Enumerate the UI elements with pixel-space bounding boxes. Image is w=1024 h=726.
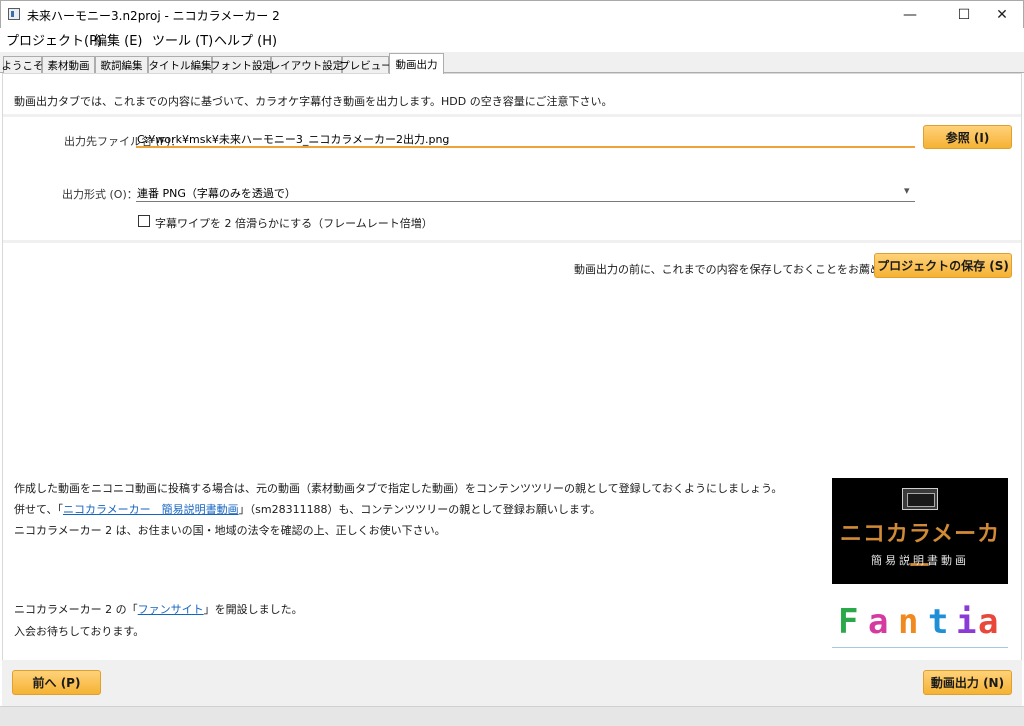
tab-title-edit[interactable]: タイトル編集: [148, 56, 212, 73]
tab-source-video[interactable]: 素材動画: [42, 56, 95, 73]
note-manual-prefix: 併せて、「: [14, 503, 63, 516]
menu-bar: プロジェクト(P) 編集 (E) ツール (T) ヘルプ (H): [0, 28, 1024, 49]
nico-logo-text: ニコカラメーカー: [839, 522, 1001, 579]
window-title: 未来ハーモニー3.n2proj - ニコカラメーカー 2: [27, 9, 280, 23]
note-fansite-suffix: 」を開設しました。: [203, 603, 303, 616]
note-manual-suffix: 」（sm28311188）も、コンテンツツリーの親として登録お願いします。: [238, 503, 601, 516]
fantia-letter: a: [868, 602, 889, 642]
chevron-down-icon: ▾: [904, 184, 910, 197]
save-project-button[interactable]: プロジェクトの保存 (S): [874, 253, 1012, 278]
output-file-input[interactable]: C:¥work¥msk¥未来ハーモニー3_ニコカラメーカー2出力.png: [136, 128, 915, 148]
tab-font-settings[interactable]: フォント設定: [210, 56, 273, 73]
tab-welcome[interactable]: ようこそ: [2, 56, 44, 73]
note-contents-tree: 作成した動画をニコニコ動画に投稿する場合は、元の動画（素材動画タブで指定した動画…: [14, 482, 783, 495]
tab-video-output[interactable]: 動画出力: [389, 53, 444, 74]
wipe-smooth-checkbox[interactable]: [138, 215, 150, 227]
note-join: 入会お待ちしております。: [14, 625, 145, 638]
close-button[interactable]: ✕: [979, 1, 1024, 29]
menu-help[interactable]: ヘルプ (H): [214, 30, 277, 49]
save-hint: 動画出力の前に、これまでの内容を保存しておくことをお薦めします。: [574, 263, 924, 276]
output-file-value: C:¥work¥msk¥未来ハーモニー3_ニコカラメーカー2出力.png: [137, 133, 450, 146]
nicokara-manual-banner[interactable]: ニコカラメーカー 簡易説明書動画: [832, 478, 1008, 584]
note-fansite-prefix: ニコカラメーカー 2 の「: [14, 603, 138, 616]
output-format-select[interactable]: 連番 PNG（字幕のみを透過で） ▾: [136, 182, 915, 202]
menu-project[interactable]: プロジェクト(P): [6, 30, 102, 49]
output-format-value: 連番 PNG（字幕のみを透過で）: [137, 187, 296, 200]
fantia-letter: F: [838, 602, 859, 642]
fantia-letter: t: [928, 602, 949, 642]
fansite-link[interactable]: ファンサイト: [138, 603, 204, 616]
export-video-button[interactable]: 動画出力 (N): [923, 670, 1012, 695]
note-manual-video: 併せて、「ニコカラメーカー 簡易説明書動画」（sm28311188）も、コンテン…: [14, 501, 601, 517]
nico-badge-icon: [902, 488, 938, 510]
menu-edit[interactable]: 編集 (E): [94, 30, 143, 49]
fantia-banner[interactable]: F a n t i a: [832, 594, 1008, 648]
footer-bar: [2, 660, 1022, 706]
prev-button[interactable]: 前へ (P): [12, 670, 101, 695]
tab-lyrics-edit[interactable]: 歌詞編集: [95, 56, 148, 73]
note-fansite: ニコカラメーカー 2 の「ファンサイト」を開設しました。: [14, 601, 303, 617]
output-format-label: 出力形式 (O)：: [62, 188, 138, 201]
divider: [3, 114, 1021, 117]
note-legal: ニコカラメーカー 2 は、お住まいの国・地域の法令を確認の上、正しくお使い下さい…: [14, 524, 446, 537]
tab-layout-settings[interactable]: レイアウト設定: [270, 56, 343, 73]
browse-button[interactable]: 参照 (I): [923, 125, 1012, 149]
fantia-letter: i: [956, 602, 977, 642]
title-bar: 未来ハーモニー3.n2proj - ニコカラメーカー 2 — ☐ ✕: [0, 0, 1024, 28]
manual-video-link[interactable]: ニコカラメーカー 簡易説明書動画: [63, 503, 239, 516]
minimize-button[interactable]: —: [887, 1, 933, 29]
tab-preview[interactable]: プレビュー: [339, 56, 392, 73]
intro-text: 動画出力タブでは、これまでの内容に基づいて、カラオケ字幕付き動画を出力します。H…: [14, 95, 613, 108]
fantia-letter: n: [898, 602, 919, 642]
fantia-letter: a: [978, 602, 999, 642]
wipe-smooth-label: 字幕ワイプを 2 倍滑らかにする（フレームレート倍増）: [155, 217, 433, 230]
divider: [3, 240, 1021, 243]
status-bar: [0, 706, 1024, 726]
menu-tool[interactable]: ツール (T): [152, 30, 213, 49]
nico-sub-text: 簡易説明書動画: [871, 554, 969, 567]
app-icon: [8, 8, 20, 20]
